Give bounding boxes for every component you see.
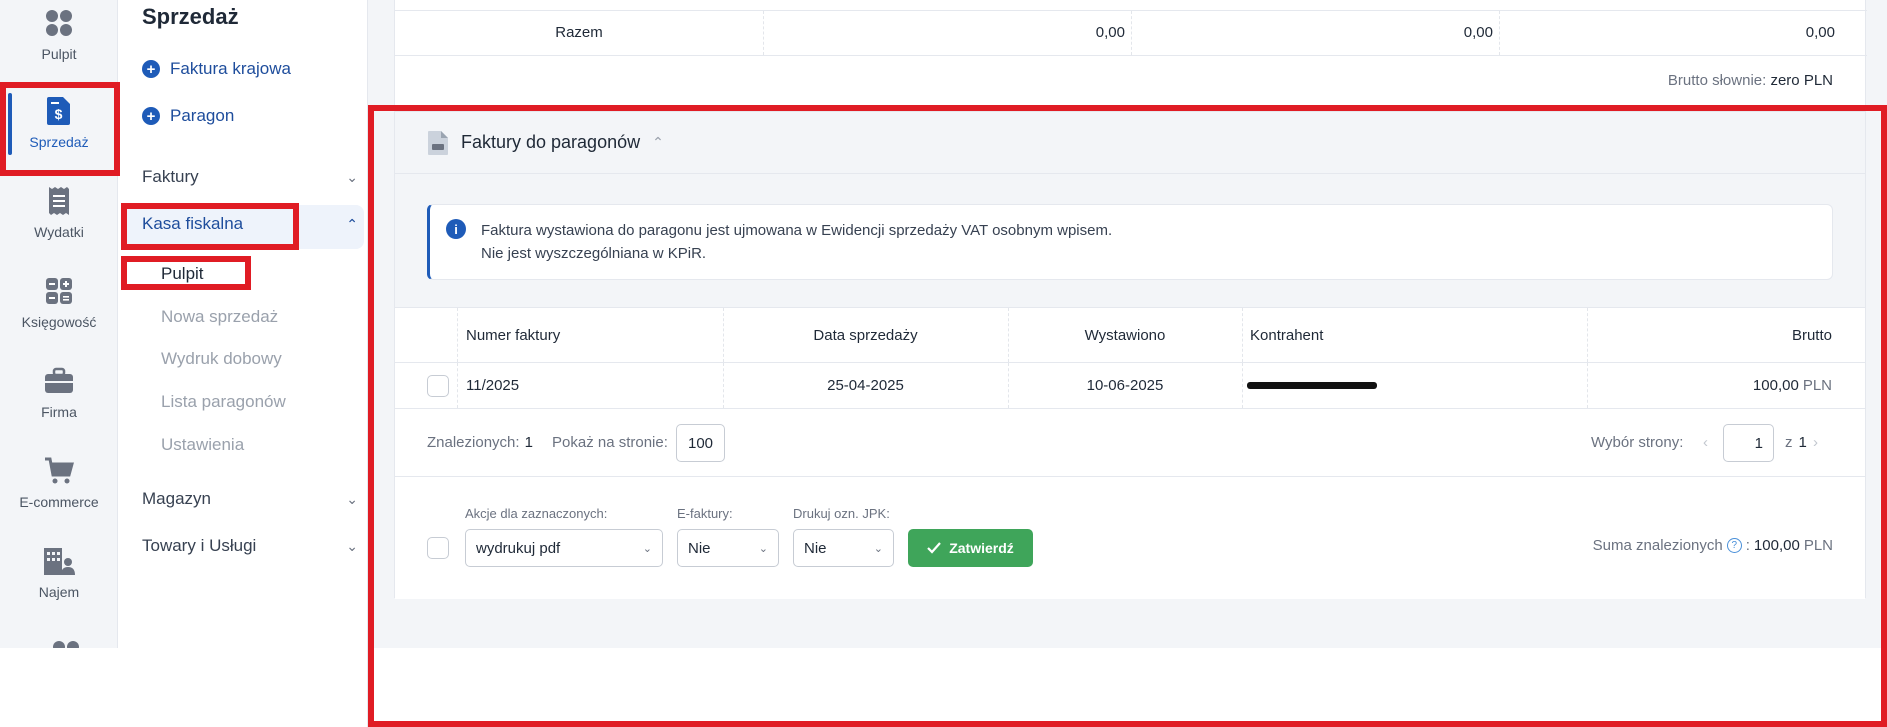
column-header-brutto[interactable]: Brutto [1587, 308, 1832, 362]
chevron-up-icon: ⌃ [346, 215, 358, 232]
plus-circle-icon: + [142, 60, 160, 78]
help-icon[interactable]: ? [1726, 538, 1742, 553]
sale-date: 25-04-2025 [827, 377, 904, 394]
row-checkbox[interactable] [427, 374, 449, 397]
per-page-label: Pokaż na stronie: [552, 434, 668, 451]
einvoice-select[interactable]: Nie ⌄ [677, 529, 779, 567]
section-menu: Sprzedaż + Faktura krajowa + Paragon Fak… [118, 0, 368, 727]
submenu-ustawienia[interactable]: Ustawienia [161, 435, 244, 455]
rail-label: Sprzedaż [29, 134, 89, 150]
menu-section-faktury[interactable]: Faktury ⌄ [142, 167, 358, 187]
info-box: i Faktura wystawiona do paragonu jest uj… [427, 204, 1833, 280]
menu-section-kasa-fiskalna[interactable]: Kasa fiskalna ⌃ [142, 214, 358, 234]
menu-section-towary[interactable]: Towary i Usługi ⌄ [142, 536, 358, 556]
bulk-actions-bar: Akcje dla zaznaczonych: wydrukuj pdf ⌄ E… [395, 477, 1865, 599]
totals-row: Razem 0,00 0,00 0,00 [395, 10, 1867, 56]
rail-label: Wydatki [34, 224, 84, 240]
chevron-down-icon: ⌄ [346, 168, 358, 185]
check-icon [927, 542, 942, 554]
info-line: Nie jest wyszczególniana w KPiR. [481, 245, 707, 262]
rail-label: Księgowość [21, 314, 97, 330]
chevron-down-icon: ⌄ [642, 542, 652, 555]
submenu-nowa-sprzedaz[interactable]: Nowa sprzedaż [161, 307, 278, 327]
pagination-bar: Znalezionych: 1 Pokaż na stronie: 100 Wy… [395, 409, 1865, 477]
invoices-for-receipts-panel: Faktury do paragonów ⌃ i Faktura wystawi… [394, 112, 1866, 599]
menu-section-magazyn[interactable]: Magazyn ⌄ [142, 489, 358, 509]
receipt-icon [49, 187, 69, 215]
panel-title: Faktury do paragonów [461, 132, 641, 152]
found-count: Znalezionych: 1 [427, 434, 533, 451]
invoice-dollar-icon: $ [47, 97, 70, 125]
panel-header[interactable]: Faktury do paragonów ⌃ [395, 112, 1865, 174]
jpk-select[interactable]: Nie ⌄ [793, 529, 894, 567]
page-total: z 1 [1785, 434, 1807, 451]
chevron-down-icon: ⌄ [758, 542, 768, 555]
actions-select[interactable]: wydrukuj pdf ⌄ [465, 529, 663, 567]
chevron-up-icon[interactable]: ⌃ [652, 134, 664, 151]
chevron-down-icon: ⌄ [346, 537, 358, 554]
page-select-label: Wybór strony: [1591, 434, 1684, 451]
svg-text:$: $ [55, 106, 63, 122]
column-header-number[interactable]: Numer faktury [466, 308, 560, 362]
rail-label: Pulpit [41, 46, 77, 62]
totals-value: 0,00 [1095, 24, 1125, 41]
column-header-issued[interactable]: Wystawiono [1008, 308, 1242, 362]
rail-item-firma[interactable]: Firma [0, 366, 118, 420]
sum-found: Suma znalezionych ? : 100,00 PLN [1592, 537, 1833, 554]
totals-card: Razem 0,00 0,00 0,00 Brutto słownie: zer… [394, 0, 1867, 112]
actions-label: Akcje dla zaznaczonych: [465, 506, 608, 521]
issued-date: 10-06-2025 [1086, 377, 1164, 394]
chevron-down-icon: ⌄ [346, 490, 358, 507]
brutto-value: 100,00 PLN [1752, 377, 1832, 394]
table-row[interactable]: 11/2025 25-04-2025 10-06-2025 100,00 PLN [395, 363, 1865, 409]
plus-circle-icon: + [142, 107, 160, 125]
invoices-table: Numer faktury Data sprzedaży Wystawiono … [395, 307, 1865, 599]
einvoice-label: E-faktury: [677, 506, 733, 521]
building-person-icon [44, 548, 75, 575]
rail-item-pulpit[interactable]: Pulpit [0, 8, 118, 62]
rail-item-ksiegowosc[interactable]: Księgowość [0, 276, 118, 330]
chevron-right-icon[interactable]: › [1813, 409, 1818, 476]
briefcase-icon [45, 367, 73, 393]
rail-item-najem[interactable]: Najem [0, 546, 118, 600]
submenu-wydruk-dobowy[interactable]: Wydruk dobowy [161, 349, 282, 369]
info-icon: i [446, 219, 466, 239]
rail-label: Najem [38, 584, 80, 600]
submenu-lista-paragonow[interactable]: Lista paragonów [161, 392, 286, 412]
rail-label: Firma [41, 404, 77, 420]
invoice-number[interactable]: 11/2025 [466, 363, 519, 408]
column-header-sale-date[interactable]: Data sprzedaży [723, 308, 1008, 362]
dashboard-icon [46, 10, 72, 36]
contractor-redacted [1247, 382, 1377, 389]
chevron-left-icon[interactable]: ‹ [1703, 409, 1708, 476]
totals-value: 0,00 [1463, 24, 1493, 41]
table-header: Numer faktury Data sprzedaży Wystawiono … [395, 308, 1865, 363]
select-all-checkbox[interactable] [427, 537, 449, 559]
icon-rail: Pulpit $ Sprzedaż Wydatki Księgowość Fir… [0, 0, 118, 648]
totals-value: 0,00 [1805, 24, 1835, 41]
rail-item-wydatki[interactable]: Wydatki [0, 186, 118, 240]
calculator-icon [46, 278, 72, 304]
add-invoice-link[interactable]: + Faktura krajowa [142, 59, 291, 79]
totals-label: Razem [555, 24, 603, 41]
menu-title: Sprzedaż [142, 4, 239, 29]
rail-item-sprzedaz[interactable]: $ Sprzedaż [0, 96, 118, 150]
chevron-down-icon: ⌄ [873, 542, 883, 555]
document-icon [428, 130, 448, 155]
info-line: Faktura wystawiona do paragonu jest ujmo… [481, 222, 1113, 239]
per-page-input[interactable]: 100 [676, 424, 725, 462]
add-receipt-link[interactable]: + Paragon [142, 106, 234, 126]
page-input[interactable]: 1 [1723, 424, 1774, 462]
rail-label: E-commerce [19, 494, 99, 510]
column-header-contractor[interactable]: Kontrahent [1250, 308, 1323, 362]
brutto-words: Brutto słownie: zero PLN [1667, 72, 1833, 89]
rail-item-ecommerce[interactable]: E-commerce [0, 456, 118, 510]
confirm-button[interactable]: Zatwierdź [908, 529, 1033, 567]
cart-icon [45, 457, 74, 484]
more-icon [52, 640, 80, 648]
submenu-pulpit[interactable]: Pulpit [161, 264, 204, 284]
jpk-label: Drukuj ozn. JPK: [793, 506, 890, 521]
